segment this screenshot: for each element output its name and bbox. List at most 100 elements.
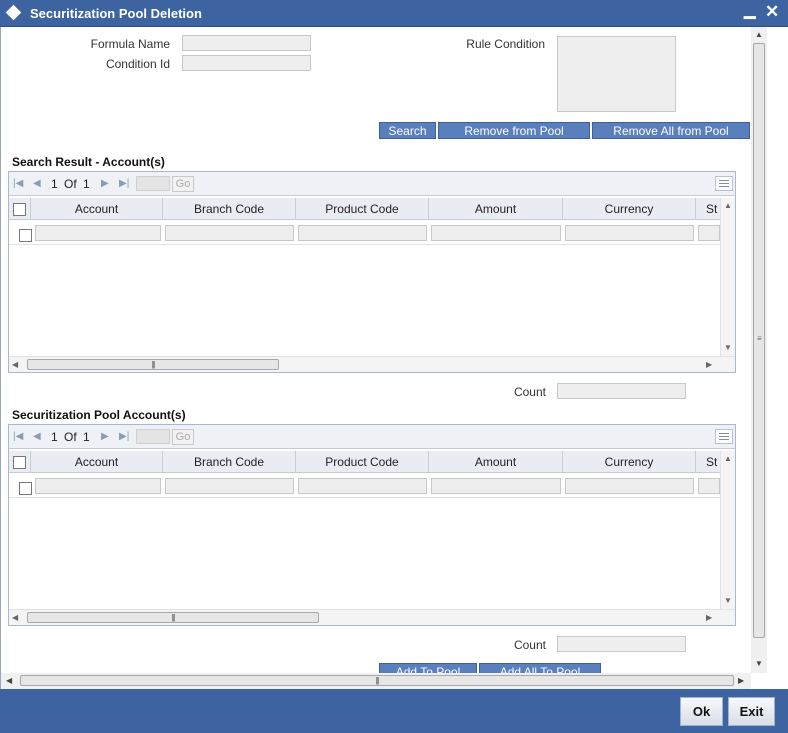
page-of-label: Of xyxy=(64,177,77,191)
pool-accounts-grid: |◀ ◀ 1 Of 1 ▶ ▶| Go Account Branch Code … xyxy=(8,424,736,626)
condition-id-field[interactable] xyxy=(182,55,311,71)
column-account[interactable]: Account xyxy=(31,451,163,473)
row-checkbox[interactable] xyxy=(19,482,32,495)
page-of-label: Of xyxy=(64,430,77,444)
scroll-up-icon[interactable]: ▲ xyxy=(724,201,732,210)
rule-condition-textarea[interactable] xyxy=(557,36,676,112)
remove-from-pool-button[interactable]: Remove from Pool xyxy=(438,122,590,139)
select-all-cell xyxy=(9,198,31,220)
amount-cell[interactable] xyxy=(431,478,561,494)
search-button[interactable]: Search xyxy=(379,122,436,139)
scroll-down-icon[interactable]: ▼ xyxy=(724,343,732,352)
row-checkbox[interactable] xyxy=(19,229,32,242)
column-amount[interactable]: Amount xyxy=(429,451,563,473)
select-all-checkbox[interactable] xyxy=(13,456,26,469)
account-cell[interactable] xyxy=(35,225,161,241)
branch-code-cell[interactable] xyxy=(165,478,294,494)
window-vscroll[interactable]: ▲ ≡ ▼ xyxy=(751,27,767,673)
column-status[interactable]: St xyxy=(696,451,720,473)
formula-name-field[interactable] xyxy=(182,35,311,51)
search-result-hscroll[interactable]: ◀ ||| ▶ xyxy=(9,356,735,372)
pool-accounts-hscroll[interactable]: ◀ ||| ▶ xyxy=(9,609,735,625)
remove-all-from-pool-button[interactable]: Remove All from Pool xyxy=(592,122,750,139)
scroll-down-icon[interactable]: ▼ xyxy=(755,659,763,668)
next-page-icon[interactable]: ▶ xyxy=(101,431,109,442)
scroll-right-icon[interactable]: ▶ xyxy=(738,676,744,685)
last-page-icon[interactable]: ▶| xyxy=(119,431,129,442)
pool-accounts-count-field[interactable] xyxy=(557,636,686,652)
pool-accounts-title: Securitization Pool Account(s) xyxy=(12,408,186,422)
column-amount[interactable]: Amount xyxy=(429,198,563,220)
window-footer: Ok Exit xyxy=(0,689,788,733)
grid-settings-icon[interactable] xyxy=(715,429,733,444)
pool-accounts-vscroll[interactable]: ▲ ▼ xyxy=(720,451,735,609)
page-input[interactable] xyxy=(136,176,170,191)
scroll-right-icon[interactable]: ▶ xyxy=(706,613,712,622)
go-button[interactable]: Go xyxy=(172,176,194,192)
scroll-left-icon[interactable]: ◀ xyxy=(12,613,18,622)
first-page-icon[interactable]: |◀ xyxy=(13,178,23,189)
page-input[interactable] xyxy=(136,429,170,444)
search-result-count-field[interactable] xyxy=(557,383,686,399)
column-product-code[interactable]: Product Code xyxy=(296,198,429,220)
vscroll-thumb[interactable]: ≡ xyxy=(753,43,765,638)
select-all-cell xyxy=(9,451,31,473)
window-hscroll[interactable]: ◀ ||| ▶ xyxy=(1,673,751,689)
prev-page-icon[interactable]: ◀ xyxy=(33,178,41,189)
column-product-code[interactable]: Product Code xyxy=(296,451,429,473)
column-currency[interactable]: Currency xyxy=(563,451,696,473)
account-cell[interactable] xyxy=(35,478,161,494)
hscroll-thumb[interactable]: ||| xyxy=(20,675,734,686)
product-code-cell[interactable] xyxy=(298,478,427,494)
search-result-pager: |◀ ◀ 1 Of 1 ▶ ▶| Go xyxy=(9,172,735,196)
formula-name-label: Formula Name xyxy=(90,37,170,51)
branch-code-cell[interactable] xyxy=(165,225,294,241)
window-body: Formula Name Condition Id Rule Condition… xyxy=(0,27,788,690)
first-page-icon[interactable]: |◀ xyxy=(13,431,23,442)
status-cell[interactable] xyxy=(698,225,720,241)
status-cell[interactable] xyxy=(698,478,720,494)
column-currency[interactable]: Currency xyxy=(563,198,696,220)
hscroll-thumb[interactable]: ||| xyxy=(27,612,319,623)
condition-id-label: Condition Id xyxy=(105,57,170,71)
page-number: 1 xyxy=(51,430,58,444)
table-row xyxy=(9,221,720,245)
table-row xyxy=(9,474,720,498)
column-branch-code[interactable]: Branch Code xyxy=(163,198,296,220)
ok-button[interactable]: Ok xyxy=(680,697,723,726)
select-all-checkbox[interactable] xyxy=(13,203,26,216)
add-to-pool-button[interactable]: Add To Pool xyxy=(379,663,477,673)
scroll-left-icon[interactable]: ◀ xyxy=(6,676,12,685)
scroll-up-icon[interactable]: ▲ xyxy=(724,454,732,463)
last-page-icon[interactable]: ▶| xyxy=(119,178,129,189)
grid-settings-icon[interactable] xyxy=(715,176,733,191)
close-icon[interactable]: ✕ xyxy=(765,2,779,22)
add-all-to-pool-button[interactable]: Add All To Pool xyxy=(479,663,601,673)
exit-button[interactable]: Exit xyxy=(728,697,775,726)
scroll-left-icon[interactable]: ◀ xyxy=(12,360,18,369)
search-result-title: Search Result - Account(s) xyxy=(12,155,165,169)
window-title: Securitization Pool Deletion xyxy=(30,6,202,21)
column-branch-code[interactable]: Branch Code xyxy=(163,451,296,473)
pool-accounts-header: Account Branch Code Product Code Amount … xyxy=(9,451,720,473)
search-result-vscroll[interactable]: ▲ ▼ xyxy=(720,198,735,356)
hscroll-thumb[interactable]: ||| xyxy=(27,359,279,370)
go-button[interactable]: Go xyxy=(172,429,194,445)
currency-cell[interactable] xyxy=(565,225,694,241)
amount-cell[interactable] xyxy=(431,225,561,241)
window-titlebar: Securitization Pool Deletion ▁ ✕ xyxy=(0,0,788,27)
scroll-down-icon[interactable]: ▼ xyxy=(724,596,732,605)
product-code-cell[interactable] xyxy=(298,225,427,241)
scroll-right-icon[interactable]: ▶ xyxy=(706,360,712,369)
add-buttons-clip: Add To Pool Add All To Pool xyxy=(379,663,601,673)
minimize-icon[interactable]: ▁ xyxy=(744,1,756,19)
column-account[interactable]: Account xyxy=(31,198,163,220)
scroll-up-icon[interactable]: ▲ xyxy=(755,30,763,39)
page-number: 1 xyxy=(51,177,58,191)
prev-page-icon[interactable]: ◀ xyxy=(33,431,41,442)
next-page-icon[interactable]: ▶ xyxy=(101,178,109,189)
pool-accounts-pager: |◀ ◀ 1 Of 1 ▶ ▶| Go xyxy=(9,425,735,449)
currency-cell[interactable] xyxy=(565,478,694,494)
search-result-grid: |◀ ◀ 1 Of 1 ▶ ▶| Go Account Branch Code … xyxy=(8,171,736,373)
column-status[interactable]: St xyxy=(696,198,720,220)
